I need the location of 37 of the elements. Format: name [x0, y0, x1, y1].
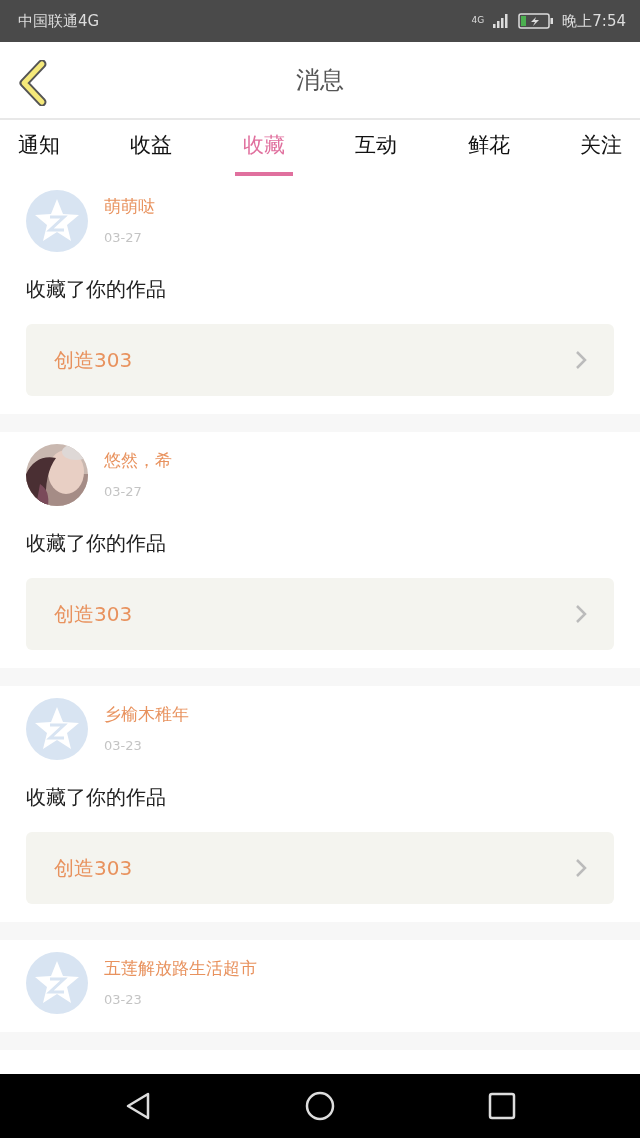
avatar-icon [26, 698, 88, 760]
clock-time: 晚上7:54 [562, 10, 626, 32]
network-type: 4G [471, 14, 485, 28]
user-name[interactable]: 萌萌哒 [104, 194, 155, 220]
message-date: 03-27 [104, 228, 143, 247]
user-name[interactable]: 乡榆木稚年 [104, 702, 189, 728]
message-date: 03-23 [104, 736, 143, 755]
chevron-icon [574, 349, 588, 371]
tab[interactable]: 鲜花 [459, 122, 518, 176]
user-name[interactable]: 五莲解放路生活超市 [104, 956, 257, 982]
work-link[interactable]: 创造303 [26, 578, 614, 650]
chevron-icon [574, 857, 588, 879]
recents-nav-button[interactable] [487, 1092, 516, 1120]
chevron-icon [574, 603, 588, 625]
tab[interactable]: 收藏 [234, 122, 293, 176]
work-link[interactable]: 创造303 [26, 832, 614, 904]
home-nav-button[interactable] [305, 1091, 335, 1121]
tab[interactable]: 互动 [347, 122, 406, 176]
message-text: 收藏了你的作品 [26, 276, 167, 303]
back-icon [18, 60, 48, 106]
recents-square-icon [487, 1092, 516, 1120]
tab[interactable]: 通知 [10, 122, 68, 176]
tab[interactable]: 收益 [122, 122, 181, 176]
home-circle-icon [305, 1091, 335, 1121]
work-link[interactable]: 创造303 [26, 324, 614, 396]
message-date: 03-23 [104, 990, 143, 1009]
message-text: 收藏了你的作品 [26, 530, 167, 557]
tab[interactable]: 关注 [571, 122, 630, 176]
signal-icon [492, 13, 511, 29]
avatar-icon [26, 952, 88, 1014]
back-button[interactable] [18, 60, 48, 106]
user-name[interactable]: 悠然，希 [104, 448, 172, 474]
page-title: 消息 [296, 65, 344, 96]
carrier-name: 中国联通4G [18, 10, 100, 32]
message-text: 收藏了你的作品 [26, 784, 167, 811]
avatar-icon [26, 190, 88, 252]
message-date: 03-27 [104, 482, 143, 501]
